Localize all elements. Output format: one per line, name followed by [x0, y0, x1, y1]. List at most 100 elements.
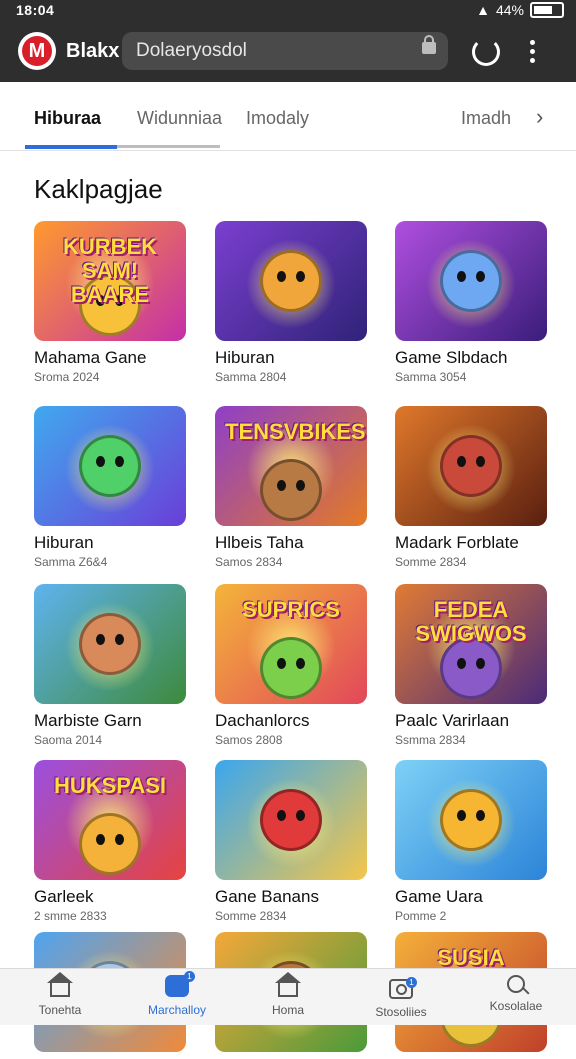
home-icon — [47, 972, 73, 997]
tab-hiburaa[interactable]: Hiburaa — [34, 108, 101, 129]
nav-item-tonehta[interactable]: Tonehta — [10, 972, 110, 1017]
active-tab-indicator — [25, 145, 117, 149]
game-title-art: SUPRICS — [242, 597, 340, 622]
game-title-art: SUSIA — [437, 945, 505, 970]
game-card[interactable]: SUPRICS Dachanlorcs Samos 2808 — [215, 584, 367, 747]
game-character-icon — [260, 459, 322, 521]
battery-icon — [530, 2, 564, 18]
game-card[interactable]: Game Uara Pomme 2 — [395, 760, 547, 923]
search-icon — [507, 975, 525, 993]
game-card[interactable]: Hiburan Samma Z6&4 — [34, 406, 186, 569]
game-subtitle: Samma 2804 — [215, 370, 287, 384]
game-card[interactable]: Hiburan Samma 2804 — [215, 221, 367, 384]
nav-item-marchalloy[interactable]: 1 Marchalloy — [127, 971, 227, 1017]
logo-letter: M — [22, 36, 52, 66]
game-card[interactable]: FEDEA SWIGWOS Paalc Varirlaan Ssmma 2834 — [395, 584, 547, 747]
game-character-icon — [260, 789, 322, 851]
game-name: Hiburan — [215, 348, 275, 367]
game-character-icon — [440, 435, 502, 497]
game-name: Marbiste Garn — [34, 711, 142, 730]
game-title-art: TENSVBIKES — [225, 419, 366, 444]
game-character-icon — [79, 613, 141, 675]
game-name: Mahama Gane — [34, 348, 147, 367]
game-thumbnail[interactable]: FEDEA SWIGWOS — [395, 584, 547, 704]
game-subtitle: Somme 2834 — [215, 909, 287, 923]
game-thumbnail[interactable]: TENSVBIKES — [215, 406, 367, 526]
tab-indicator-secondary — [117, 145, 220, 148]
game-subtitle: Ssmma 2834 — [395, 733, 466, 747]
game-character-icon — [440, 637, 502, 699]
tab-widunniaa[interactable]: Widunniaa — [137, 108, 222, 129]
nav-item-kosolalae[interactable]: Kosolalae — [466, 975, 566, 1013]
game-character-icon — [440, 250, 502, 312]
more-menu-icon[interactable] — [530, 40, 536, 67]
game-name: Game Slbdach — [395, 348, 508, 367]
notification-badge: 1 — [406, 977, 417, 988]
reload-icon[interactable] — [472, 38, 500, 66]
game-character-icon — [79, 435, 141, 497]
game-thumbnail[interactable]: SUPRICS — [215, 584, 367, 704]
game-name: Hlbeis Taha — [215, 533, 304, 552]
lock-icon — [422, 35, 436, 54]
nav-item-stosoliies[interactable]: 1 Stosoliies — [351, 975, 451, 1019]
chevron-right-icon[interactable]: › — [536, 104, 543, 130]
game-title-art: KURBEK SAM! BAARE — [62, 234, 158, 307]
wifi-icon: ▲ — [476, 2, 490, 18]
game-name: Madark Forblate — [395, 533, 519, 552]
house-icon — [275, 972, 301, 997]
brand-name: Blakx — [66, 40, 120, 62]
game-thumbnail[interactable] — [215, 760, 367, 880]
status-icons: ▲ 44% — [476, 2, 564, 18]
nav-label: Stosoliies — [375, 1005, 427, 1019]
nav-label: Tonehta — [38, 1003, 82, 1017]
game-thumbnail[interactable] — [395, 406, 547, 526]
game-thumbnail[interactable] — [395, 221, 547, 341]
game-thumbnail[interactable]: KURBEK SAM! BAARE — [34, 221, 186, 341]
game-card[interactable]: Game Slbdach Samma 3054 — [395, 221, 547, 384]
game-subtitle: Somme 2834 — [395, 555, 467, 569]
status-bar: 18:04 ▲ 44% — [0, 0, 576, 22]
game-subtitle: Sroma 2024 — [34, 370, 100, 384]
app-logo[interactable]: M — [18, 32, 56, 70]
game-card[interactable]: KURBEK SAM! BAARE Mahama Gane Sroma 2024 — [34, 221, 186, 384]
game-subtitle: Samos 2808 — [215, 733, 283, 747]
nav-label: Marchalloy — [147, 1003, 207, 1017]
tab-imadh[interactable]: Imadh — [461, 108, 511, 129]
game-thumbnail[interactable] — [34, 406, 186, 526]
chat-icon: 1 — [165, 971, 195, 997]
game-character-icon — [260, 637, 322, 699]
section-title: Kaklpagjae — [34, 174, 163, 204]
game-name: Paalc Varirlaan — [395, 711, 510, 730]
game-subtitle: Pomme 2 — [395, 909, 447, 923]
game-card[interactable]: Gane Banans Somme 2834 — [215, 760, 367, 923]
game-character-icon — [79, 813, 141, 875]
game-thumbnail[interactable] — [395, 760, 547, 880]
game-subtitle: 2 smme 2833 — [34, 909, 107, 923]
address-text: Dolaeryosdol — [136, 40, 247, 61]
game-thumbnail[interactable] — [215, 221, 367, 341]
nav-label: Homa — [271, 1003, 304, 1017]
game-card[interactable]: HUKSPASI Garleek 2 smme 2833 — [34, 760, 186, 923]
game-thumbnail[interactable]: HUKSPASI — [34, 760, 186, 880]
game-card[interactable]: TENSVBIKES Hlbeis Taha Samos 2834 — [215, 406, 367, 569]
game-title-art: HUKSPASI — [53, 773, 167, 798]
tab-imodaly[interactable]: Imodaly — [246, 108, 309, 129]
game-name: Dachanlorcs — [215, 711, 310, 730]
game-title-art: FEDEA SWIGWOS — [415, 597, 527, 646]
game-thumbnail[interactable] — [34, 584, 186, 704]
nav-item-homa[interactable]: Homa — [238, 972, 338, 1017]
status-time: 18:04 — [16, 2, 55, 18]
address-bar[interactable]: Dolaeryosdol — [122, 32, 448, 70]
nav-label: Kosolalae — [489, 999, 543, 1013]
game-subtitle: Samma Z6&4 — [34, 555, 108, 569]
game-card[interactable]: Madark Forblate Somme 2834 — [395, 406, 547, 569]
game-name: Gane Banans — [215, 887, 319, 906]
notification-badge: 1 — [184, 971, 195, 982]
bottom-navigation: Tonehta 1 Marchalloy Homa 1 Stosoliies K… — [0, 968, 576, 1025]
category-tabs: Hiburaa Widunniaa Imodaly Imadh › — [0, 82, 576, 151]
battery-percent: 44% — [495, 2, 524, 18]
game-name: Hiburan — [34, 533, 94, 552]
game-name: Garleek — [34, 887, 94, 906]
game-subtitle: Samos 2834 — [215, 555, 283, 569]
game-card[interactable]: Marbiste Garn Saoma 2014 — [34, 584, 186, 747]
